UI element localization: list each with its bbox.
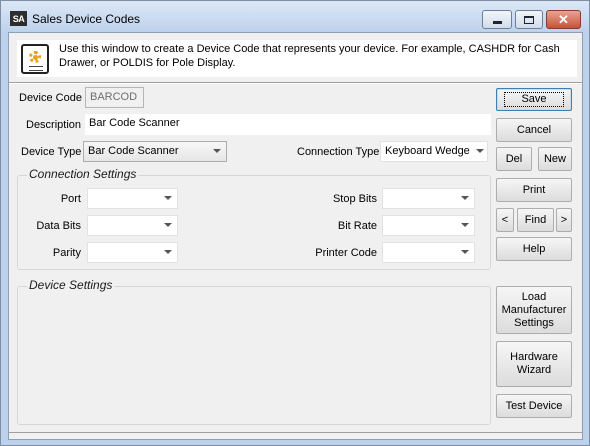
bit-rate-label: Bit Rate — [337, 220, 377, 232]
chevron-down-icon — [164, 196, 172, 200]
app-icon: SA — [10, 11, 27, 26]
printer-code-dropdown[interactable] — [382, 242, 475, 263]
data-bits-label: Data Bits — [36, 220, 81, 232]
maximize-button[interactable] — [515, 10, 543, 29]
device-settings-group — [17, 286, 491, 425]
test-device-button[interactable]: Test Device — [496, 394, 572, 418]
device-settings-icon — [21, 44, 49, 74]
device-type-value: Bar Code Scanner — [88, 145, 179, 157]
minimize-icon — [492, 21, 502, 24]
print-button[interactable]: Print — [496, 178, 572, 202]
connection-type-dropdown[interactable]: Keyboard Wedge — [380, 141, 488, 162]
parity-label: Parity — [52, 247, 81, 259]
next-button[interactable]: > — [556, 208, 572, 232]
port-label: Port — [60, 193, 81, 205]
save-button-label: Save — [504, 92, 564, 107]
minimize-button[interactable] — [482, 10, 512, 29]
load-manufacturer-settings-button[interactable]: Load Manufacturer Settings — [496, 286, 572, 334]
chevron-down-icon — [461, 250, 469, 254]
previous-button[interactable]: < — [496, 208, 514, 232]
connection-settings-title: Connection Settings — [27, 167, 139, 181]
client-area: Use this window to create a Device Code … — [8, 32, 583, 440]
chevron-down-icon — [213, 149, 221, 153]
title-bar[interactable]: SA Sales Device Codes ✕ — [1, 1, 589, 31]
chevron-down-icon — [461, 196, 469, 200]
device-type-dropdown[interactable]: Bar Code Scanner — [83, 141, 227, 162]
chevron-down-icon — [476, 149, 484, 153]
new-button[interactable]: New — [538, 147, 572, 171]
stop-bits-label: Stop Bits — [332, 193, 377, 205]
delete-button[interactable]: Del — [496, 147, 532, 171]
description-label: Description — [26, 119, 82, 131]
save-button[interactable]: Save — [496, 88, 572, 111]
info-text: Use this window to create a Device Code … — [59, 43, 560, 69]
description-field[interactable]: Bar Code Scanner — [85, 114, 491, 135]
find-button[interactable]: Find — [517, 208, 554, 232]
printer-code-label: Printer Code — [315, 247, 377, 259]
close-icon: ✕ — [558, 12, 569, 27]
device-code-label: Device Code — [19, 92, 82, 104]
document-lines — [29, 66, 43, 71]
window-title: Sales Device Codes — [32, 12, 141, 26]
chevron-down-icon — [164, 223, 172, 227]
footer-separator — [9, 432, 582, 433]
data-bits-dropdown[interactable] — [87, 215, 178, 236]
port-dropdown[interactable] — [87, 188, 178, 209]
gear-core — [33, 55, 38, 60]
device-type-label: Device Type — [21, 146, 82, 158]
bit-rate-dropdown[interactable] — [382, 215, 475, 236]
connection-type-label: Connection Type — [297, 146, 380, 158]
connection-type-value: Keyboard Wedge — [385, 145, 470, 157]
header-separator — [9, 82, 582, 84]
close-button[interactable]: ✕ — [546, 10, 581, 29]
help-button[interactable]: Help — [496, 237, 572, 261]
stop-bits-dropdown[interactable] — [382, 188, 475, 209]
parity-dropdown[interactable] — [87, 242, 178, 263]
chevron-down-icon — [164, 250, 172, 254]
info-panel: Use this window to create a Device Code … — [17, 40, 577, 77]
cancel-button[interactable]: Cancel — [496, 118, 572, 142]
hardware-wizard-button[interactable]: Hardware Wizard — [496, 341, 572, 387]
chevron-down-icon — [461, 223, 469, 227]
device-settings-title: Device Settings — [27, 278, 115, 292]
device-code-field[interactable]: BARCOD — [85, 87, 144, 108]
maximize-icon — [524, 15, 534, 24]
sales-device-codes-window: SA Sales Device Codes ✕ Use this window … — [0, 0, 590, 446]
